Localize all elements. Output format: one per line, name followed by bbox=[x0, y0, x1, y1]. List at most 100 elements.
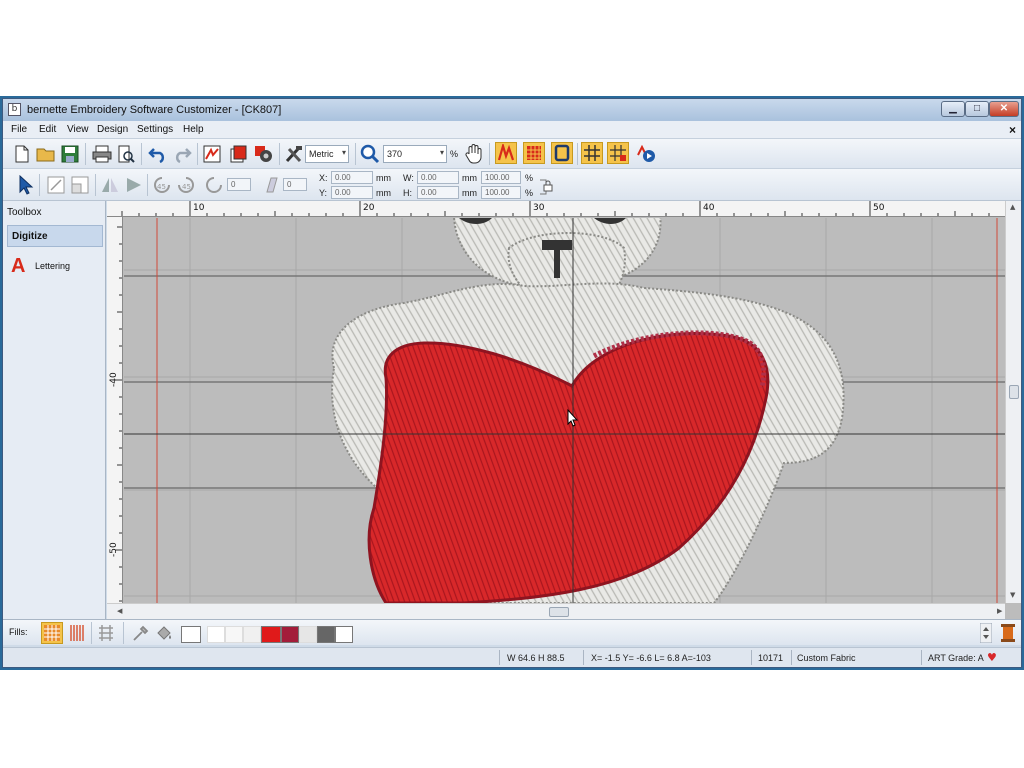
fill-view-icon[interactable] bbox=[523, 142, 545, 164]
toolbar-separator bbox=[355, 143, 356, 165]
palette-swatch-5[interactable] bbox=[281, 626, 299, 643]
y-position-field[interactable]: 0.00 bbox=[331, 186, 373, 199]
resize-icon[interactable] bbox=[45, 174, 67, 196]
select-arrow-icon[interactable] bbox=[15, 174, 37, 196]
rotate-right-45-icon[interactable]: 45 bbox=[175, 174, 197, 196]
units-select[interactable]: Metric ▾ bbox=[305, 145, 349, 163]
vertical-scroll-thumb[interactable] bbox=[1009, 385, 1019, 399]
heart-icon: ♥ bbox=[987, 651, 997, 664]
palette-swatch-7[interactable] bbox=[317, 626, 335, 643]
undo-icon[interactable] bbox=[147, 143, 169, 165]
palette-swatch-2[interactable] bbox=[225, 626, 243, 643]
save-icon[interactable] bbox=[59, 143, 81, 165]
scale-height-field[interactable]: 100.00 bbox=[481, 186, 521, 199]
resize-proportional-icon[interactable] bbox=[69, 174, 91, 196]
digitize-section[interactable]: Digitize bbox=[7, 225, 103, 247]
redo-icon[interactable] bbox=[171, 143, 193, 165]
scroll-left-icon[interactable]: ◀ bbox=[117, 607, 122, 615]
slant-icon[interactable] bbox=[259, 174, 281, 196]
print-preview-icon[interactable] bbox=[115, 143, 137, 165]
lettering-icon: A bbox=[11, 255, 26, 277]
palette-swatch-1[interactable] bbox=[207, 626, 225, 643]
status-divider bbox=[751, 650, 752, 665]
menu-help[interactable]: Help bbox=[183, 124, 204, 135]
auto-icon[interactable] bbox=[229, 143, 251, 165]
rotate-icon[interactable] bbox=[203, 174, 225, 196]
stitch-player-icon[interactable] bbox=[635, 143, 657, 165]
maximize-button[interactable]: □ bbox=[965, 101, 989, 117]
open-folder-icon[interactable] bbox=[35, 143, 57, 165]
fills-label: Fills: bbox=[9, 627, 28, 637]
grid-icon[interactable] bbox=[581, 142, 603, 164]
ruler-label-30: 30 bbox=[533, 203, 545, 213]
zoom-value: 370 bbox=[387, 149, 403, 159]
rotate-left-45-icon[interactable]: 45 bbox=[151, 174, 173, 196]
eyedropper-icon[interactable] bbox=[129, 622, 151, 644]
slant-angle-field[interactable]: 0 bbox=[283, 178, 307, 191]
ruler-label-50: 50 bbox=[873, 203, 885, 213]
paint-bucket-icon[interactable] bbox=[153, 622, 175, 644]
lettering-label: Lettering bbox=[35, 261, 71, 271]
satin-fill-icon[interactable] bbox=[67, 622, 89, 644]
lock-proportions-icon[interactable] bbox=[535, 175, 557, 197]
status-divider bbox=[791, 650, 792, 665]
palette-swatch-6[interactable] bbox=[299, 626, 317, 643]
lettering-tool[interactable]: A Lettering bbox=[11, 255, 101, 277]
fills-toolbar: Fills: bbox=[3, 619, 1021, 645]
app-icon: b bbox=[8, 103, 21, 116]
print-icon[interactable] bbox=[91, 143, 113, 165]
horizontal-scrollbar[interactable]: ◀ ▶ bbox=[107, 603, 1005, 619]
new-file-icon[interactable] bbox=[11, 143, 33, 165]
scroll-right-icon[interactable]: ▶ bbox=[997, 607, 1002, 615]
palette-scroll-icon[interactable] bbox=[975, 622, 997, 644]
toolbar-separator bbox=[141, 143, 142, 165]
menu-edit[interactable]: Edit bbox=[39, 124, 56, 135]
thread-spool-icon[interactable] bbox=[997, 622, 1019, 644]
menu-design[interactable]: Design bbox=[97, 124, 128, 135]
menu-settings[interactable]: Settings bbox=[137, 124, 173, 135]
x-position-field[interactable]: 0.00 bbox=[331, 171, 373, 184]
current-color-swatch[interactable] bbox=[181, 626, 201, 643]
stitch-view-icon[interactable] bbox=[495, 142, 517, 164]
embroidery-design[interactable] bbox=[124, 218, 1005, 603]
toolbar-separator bbox=[91, 622, 92, 644]
main-toolbar: Metric ▾ 370 ▾ % bbox=[3, 139, 1021, 169]
menu-file[interactable]: File bbox=[11, 124, 27, 135]
close-button[interactable]: ✕ bbox=[989, 101, 1019, 117]
tatami-fill-icon[interactable] bbox=[41, 622, 63, 644]
title-bar[interactable]: b bernette Embroidery Software Customize… bbox=[3, 99, 1021, 121]
toolbox-panel: Toolbox Digitize A Lettering bbox=[3, 201, 106, 619]
cross-stitch-fill-icon[interactable] bbox=[95, 622, 117, 644]
minimize-button[interactable]: ▁ bbox=[941, 101, 965, 117]
toolbar-separator bbox=[123, 622, 124, 644]
height-field[interactable]: 0.00 bbox=[417, 186, 459, 199]
w-unit: mm bbox=[462, 173, 477, 183]
zoom-select[interactable]: 370 ▾ bbox=[383, 145, 447, 163]
h-unit: mm bbox=[462, 188, 477, 198]
menu-view[interactable]: View bbox=[67, 124, 89, 135]
tools-icon[interactable] bbox=[283, 143, 305, 165]
zoom-icon[interactable] bbox=[359, 143, 381, 165]
ruler-label-neg40: -40 bbox=[109, 372, 119, 387]
hoop-icon[interactable] bbox=[551, 142, 573, 164]
grid-settings-icon[interactable] bbox=[607, 142, 629, 164]
palette-swatch-4[interactable] bbox=[261, 626, 281, 643]
scale-width-field[interactable]: 100.00 bbox=[481, 171, 521, 184]
toolbox-header[interactable]: Toolbox bbox=[7, 207, 41, 218]
scroll-down-icon[interactable]: ▼ bbox=[1010, 591, 1015, 599]
pan-hand-icon[interactable] bbox=[463, 143, 485, 165]
width-field[interactable]: 0.00 bbox=[417, 171, 459, 184]
color-film-icon[interactable] bbox=[201, 143, 223, 165]
vertical-scrollbar[interactable]: ▲ ▼ bbox=[1005, 201, 1021, 603]
status-fabric: Custom Fabric bbox=[797, 653, 856, 663]
horizontal-scroll-thumb[interactable] bbox=[549, 607, 569, 617]
document-close-icon[interactable]: × bbox=[1009, 123, 1016, 137]
toolbar-separator bbox=[197, 143, 198, 165]
palette-swatch-3[interactable] bbox=[243, 626, 261, 643]
settings-gear-icon[interactable] bbox=[253, 143, 275, 165]
mirror-horizontal-icon[interactable] bbox=[123, 174, 145, 196]
scroll-up-icon[interactable]: ▲ bbox=[1010, 203, 1015, 211]
rotate-angle-field[interactable]: 0 bbox=[227, 178, 251, 191]
palette-swatch-8[interactable] bbox=[335, 626, 353, 643]
mirror-vertical-icon[interactable] bbox=[99, 174, 121, 196]
